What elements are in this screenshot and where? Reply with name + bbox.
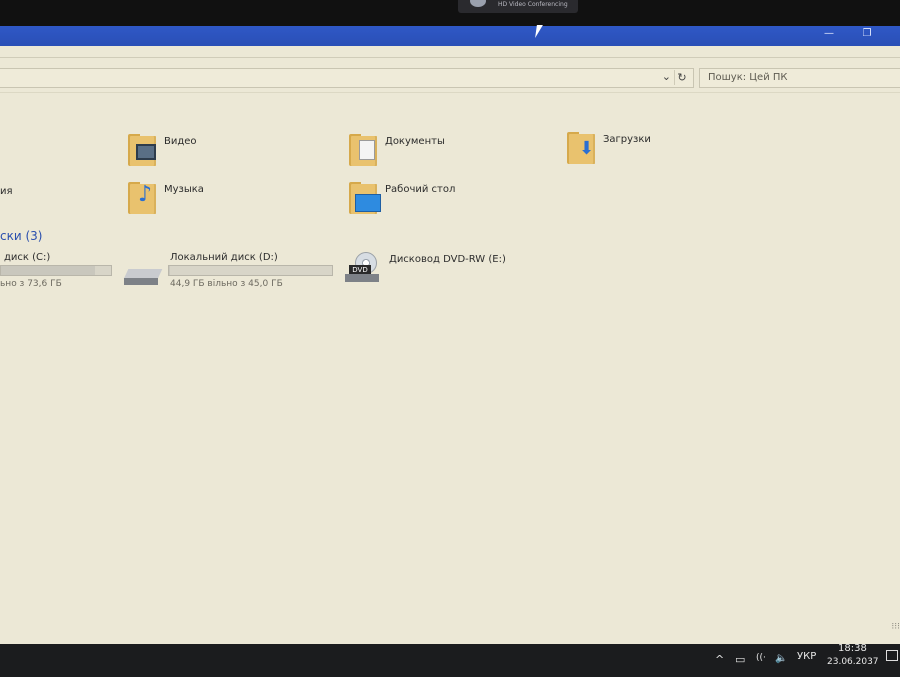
folder-label: Видео [164, 136, 197, 147]
address-history-dropdown[interactable]: ⌄ [662, 70, 671, 83]
refresh-icon[interactable]: ↻ [674, 70, 689, 85]
video-folder-icon [126, 132, 160, 166]
clock-time[interactable]: 18:38 [838, 643, 867, 654]
resize-grip-icon[interactable]: ⁝⁝⁝ [891, 622, 900, 632]
show-hidden-icons-chevron-icon[interactable]: ^ [715, 653, 724, 666]
hard-drive-icon [123, 266, 164, 288]
folder-documents[interactable]: Документы [347, 132, 445, 166]
minimize-button[interactable]: — [819, 28, 839, 42]
drive-name: Дисковод DVD-RW (E:) [389, 254, 506, 265]
address-bar[interactable]: ⌄ ↻ [0, 68, 694, 88]
webcam-label: HD Video Conferencing [498, 1, 568, 8]
screen-bezel [0, 0, 900, 26]
drive-name: Локальний диск (D:) [170, 252, 278, 263]
action-center-icon[interactable] [886, 650, 898, 661]
content-divider [0, 92, 900, 93]
drive-usage-bar [0, 265, 112, 276]
input-language-indicator[interactable]: УКР [797, 651, 816, 662]
volume-icon[interactable]: 🔈 [775, 653, 787, 664]
mouse-cursor [535, 25, 549, 38]
downloads-folder-icon: ⬇ [565, 130, 599, 164]
drive-free-space: 44,9 ГБ вільно з 45,0 ГБ [170, 279, 283, 289]
file-explorer-window: ⌄ ↻ Пошук: Цей ПК Видео Документы ⬇ Загр… [0, 46, 900, 644]
folder-video[interactable]: Видео [126, 132, 197, 166]
network-icon[interactable]: ((· [756, 653, 766, 663]
ribbon-divider [0, 57, 900, 58]
webcam-overlay: HD Video Conferencing [458, 0, 578, 13]
webcam-icon [470, 0, 486, 7]
folder-label: Документы [385, 136, 445, 147]
folder-label: Музыка [164, 184, 204, 195]
music-folder-icon: ♪ [126, 180, 160, 214]
window-titlebar[interactable]: — ❐ [0, 26, 900, 46]
folder-desktop[interactable]: Рабочий стол [347, 180, 455, 214]
desktop-folder-icon [347, 180, 381, 214]
drive-d[interactable]: Локальний диск (D:) 44,9 ГБ вільно з 45,… [123, 250, 339, 294]
folder-label: Загрузки [603, 134, 651, 145]
battery-icon[interactable]: ▭ [735, 653, 745, 666]
drive-name: диск (C:) [4, 252, 51, 263]
taskbar: ^ ▭ ((· 🔈 [0, 644, 900, 677]
documents-folder-icon [347, 132, 381, 166]
drive-e-dvd[interactable]: DVD Дисковод DVD-RW (E:) [345, 252, 545, 292]
drive-usage-bar [168, 265, 333, 276]
folder-music[interactable]: ♪ Музыка [126, 180, 204, 214]
devices-section-header[interactable]: ски (3) [0, 229, 42, 243]
drive-free-space: ьно з 73,6 ГБ [0, 279, 62, 289]
folder-label: ия [0, 186, 13, 197]
dvd-drive-icon: DVD [345, 252, 381, 286]
folder-pictures[interactable]: ия [0, 182, 13, 197]
search-input[interactable]: Пошук: Цей ПК [699, 68, 900, 88]
folder-label: Рабочий стол [385, 184, 456, 195]
folder-downloads[interactable]: ⬇ Загрузки [565, 130, 651, 164]
clock-date[interactable]: 23.06.2037 [827, 657, 879, 667]
drive-usage-fill [1, 266, 95, 275]
maximize-button[interactable]: ❐ [857, 28, 877, 42]
drive-c[interactable]: диск (C:) ьно з 73,6 ГБ [0, 250, 120, 290]
